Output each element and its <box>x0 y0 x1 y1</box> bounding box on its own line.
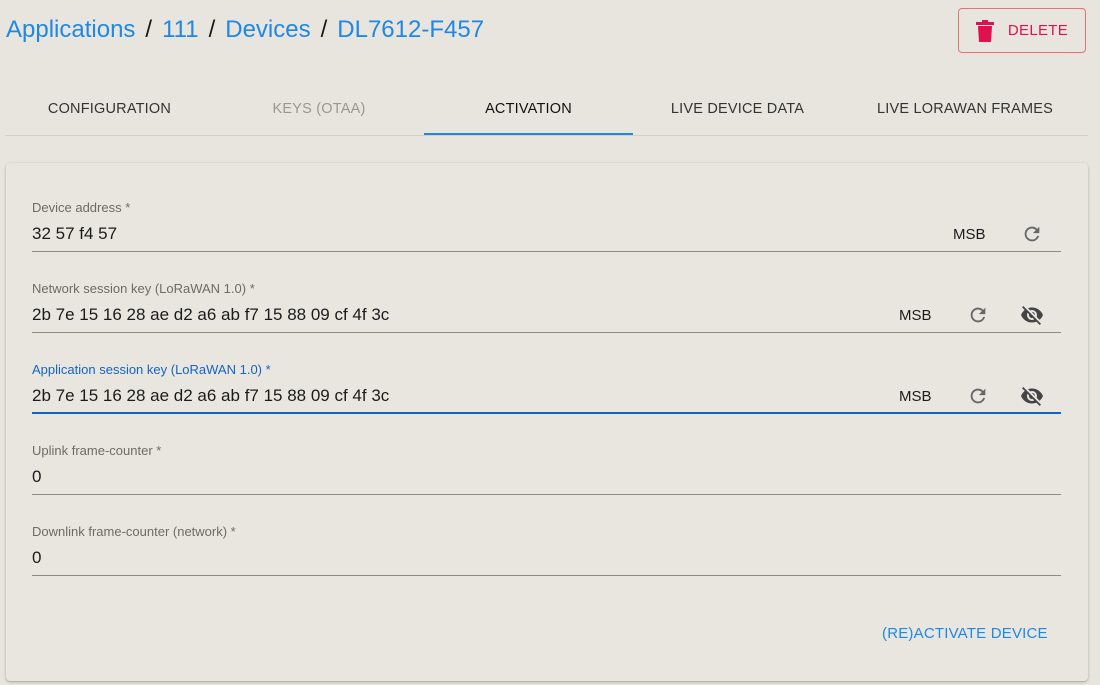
uplink-frame-counter-label: Uplink frame-counter * <box>32 443 162 458</box>
breadcrumb-applications-link[interactable]: Applications <box>6 16 135 43</box>
visibility-off-icon[interactable] <box>1020 384 1044 408</box>
breadcrumb-application-link[interactable]: 111 <box>162 16 198 43</box>
breadcrumb-device-link[interactable]: DL7612-F457 <box>337 16 484 43</box>
msb-toggle[interactable]: MSB <box>953 226 986 243</box>
refresh-icon[interactable] <box>966 384 990 408</box>
downlink-frame-counter-input[interactable]: 0 <box>32 547 41 569</box>
breadcrumb: Applications / 111 / Devices / DL7612-F457 <box>6 14 484 46</box>
network-session-key-input[interactable]: 2b 7e 15 16 28 ae d2 a6 ab f7 15 88 09 c… <box>32 304 389 326</box>
delete-button-label: DELETE <box>1007 22 1069 39</box>
breadcrumb-separator: / <box>320 16 328 43</box>
application-session-key-field[interactable]: Application session key (LoRaWAN 1.0) * … <box>32 362 1061 414</box>
device-tabs: CONFIGURATION KEYS (OTAA) ACTIVATION LIV… <box>5 82 1088 136</box>
tab-live-device-data[interactable]: LIVE DEVICE DATA <box>633 82 842 135</box>
msb-toggle[interactable]: MSB <box>899 388 932 405</box>
visibility-off-icon[interactable] <box>1020 303 1044 327</box>
breadcrumb-separator: / <box>145 16 153 43</box>
network-session-key-label: Network session key (LoRaWAN 1.0) * <box>32 281 255 296</box>
device-address-input[interactable]: 32 57 f4 57 <box>32 223 117 245</box>
refresh-icon[interactable] <box>966 303 990 327</box>
tab-live-lorawan-frames[interactable]: LIVE LORAWAN FRAMES <box>842 82 1088 135</box>
network-session-key-adornments: MSB <box>899 303 1044 327</box>
reactivate-device-button[interactable]: (RE)ACTIVATE DEVICE <box>874 621 1056 646</box>
device-address-adornments: MSB <box>953 222 1044 246</box>
delete-button[interactable]: DELETE <box>958 8 1086 53</box>
activation-form-card: Device address * 32 57 f4 57 MSB Network… <box>6 163 1088 681</box>
tab-configuration[interactable]: CONFIGURATION <box>5 82 214 135</box>
network-session-key-field[interactable]: Network session key (LoRaWAN 1.0) * 2b 7… <box>32 281 1061 333</box>
device-activation-page: Applications / 111 / Devices / DL7612-F457 DEL… <box>0 0 1100 685</box>
msb-toggle[interactable]: MSB <box>899 307 932 324</box>
device-address-field[interactable]: Device address * 32 57 f4 57 MSB <box>32 200 1061 252</box>
breadcrumb-devices-link[interactable]: Devices <box>225 16 310 43</box>
application-session-key-input[interactable]: 2b 7e 15 16 28 ae d2 a6 ab f7 15 88 09 c… <box>32 385 389 407</box>
refresh-icon[interactable] <box>1020 222 1044 246</box>
uplink-frame-counter-field[interactable]: Uplink frame-counter * 0 <box>32 443 1061 495</box>
tab-activation[interactable]: ACTIVATION <box>424 82 633 135</box>
uplink-frame-counter-input[interactable]: 0 <box>32 466 41 488</box>
device-address-label: Device address * <box>32 200 131 215</box>
downlink-frame-counter-label: Downlink frame-counter (network) * <box>32 524 236 539</box>
active-tab-indicator <box>424 133 633 135</box>
application-session-key-adornments: MSB <box>899 384 1044 408</box>
tab-keys-otaa: KEYS (OTAA) <box>272 100 366 117</box>
application-session-key-label: Application session key (LoRaWAN 1.0) * <box>32 362 271 377</box>
breadcrumb-separator: / <box>208 16 216 43</box>
downlink-frame-counter-field[interactable]: Downlink frame-counter (network) * 0 <box>32 524 1061 576</box>
trash-icon <box>975 19 994 42</box>
